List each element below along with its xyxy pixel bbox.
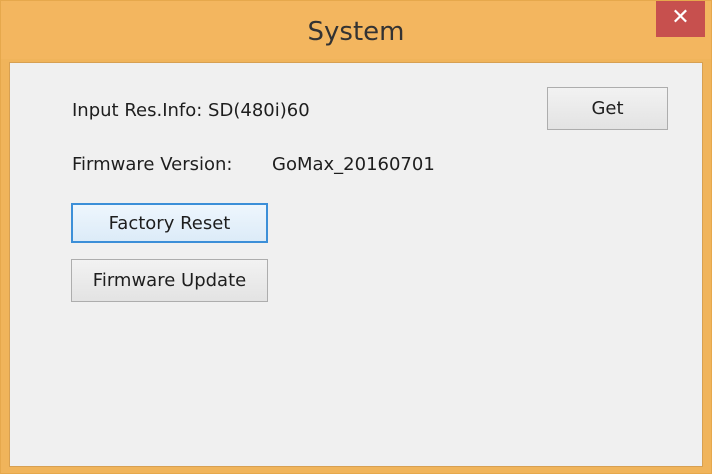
title-bar[interactable]: System ✕ (1, 1, 711, 59)
window-title: System (307, 17, 405, 47)
close-button[interactable]: ✕ (656, 1, 705, 37)
factory-reset-button[interactable]: Factory Reset (71, 203, 268, 243)
firmware-version-value: GoMax_20160701 (272, 154, 435, 175)
dialog-client-area: Input Res.Info: SD(480i)60 Get Firmware … (9, 62, 703, 467)
system-dialog-window: System ✕ Input Res.Info: SD(480i)60 Get … (0, 0, 712, 474)
input-res-info-label: Input Res.Info: SD(480i)60 (72, 100, 310, 121)
firmware-update-button[interactable]: Firmware Update (71, 259, 268, 302)
close-icon: ✕ (671, 5, 690, 30)
firmware-version-label: Firmware Version: (72, 154, 233, 175)
get-button[interactable]: Get (547, 87, 668, 130)
